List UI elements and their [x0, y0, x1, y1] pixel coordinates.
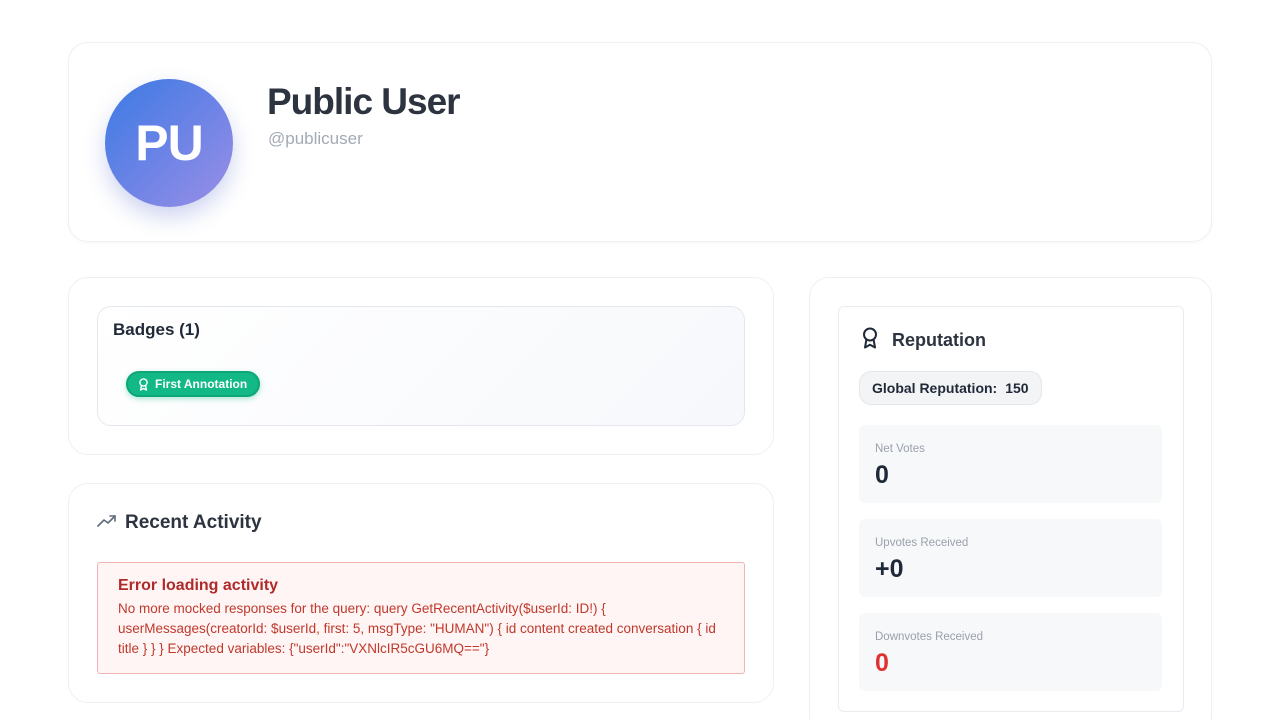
activity-error-box: Error loading activity No more mocked re… [97, 562, 745, 674]
trending-up-icon [97, 514, 117, 533]
profile-handle: @publicuser [268, 129, 363, 148]
global-reputation-value: 150 [1005, 380, 1029, 396]
avatar-initials: PU [135, 115, 203, 171]
global-reputation-badge: Global Reputation: 150 [859, 371, 1042, 405]
reputation-header: Reputation [861, 327, 986, 354]
recent-activity-title: Recent Activity [125, 512, 262, 533]
badge-label: First Annotation [155, 377, 248, 391]
stat-value: 0 [875, 461, 889, 489]
reputation-title: Reputation [892, 330, 986, 350]
badges-card: Badges (1) First Annotation [68, 277, 774, 455]
recent-activity-header: Recent Activity [97, 512, 262, 534]
recent-activity-card: Recent Activity Error loading activity N… [68, 483, 774, 703]
error-message: No more mocked responses for the query: … [118, 601, 716, 656]
stat-net-votes: Net Votes 0 [859, 425, 1162, 503]
user-profile-page: PU Public User @publicuser Badges (1) Fi… [0, 0, 1280, 720]
reputation-card: Reputation Global Reputation: 150 Net Vo… [809, 277, 1212, 720]
profile-header-card: PU Public User @publicuser [68, 42, 1212, 242]
stat-value-downvotes: 0 [875, 649, 889, 677]
stat-downvotes-received: Downvotes Received 0 [859, 613, 1162, 691]
stat-upvotes-received: Upvotes Received +0 [859, 519, 1162, 597]
profile-name: Public User [267, 81, 461, 122]
stat-label: Net Votes [875, 443, 925, 455]
stat-value: +0 [875, 555, 904, 583]
error-title: Error loading activity [118, 577, 279, 594]
avatar: PU [105, 79, 233, 207]
award-icon [138, 377, 149, 391]
badges-panel: Badges (1) First Annotation [97, 306, 745, 426]
award-icon [861, 327, 879, 354]
badges-title: Badges (1) [113, 320, 200, 339]
stat-label: Upvotes Received [875, 537, 969, 549]
global-reputation-label: Global Reputation: [872, 380, 998, 396]
badge-first-annotation[interactable]: First Annotation [126, 371, 261, 397]
stat-label: Downvotes Received [875, 631, 984, 643]
reputation-panel: Reputation Global Reputation: 150 Net Vo… [838, 306, 1184, 712]
